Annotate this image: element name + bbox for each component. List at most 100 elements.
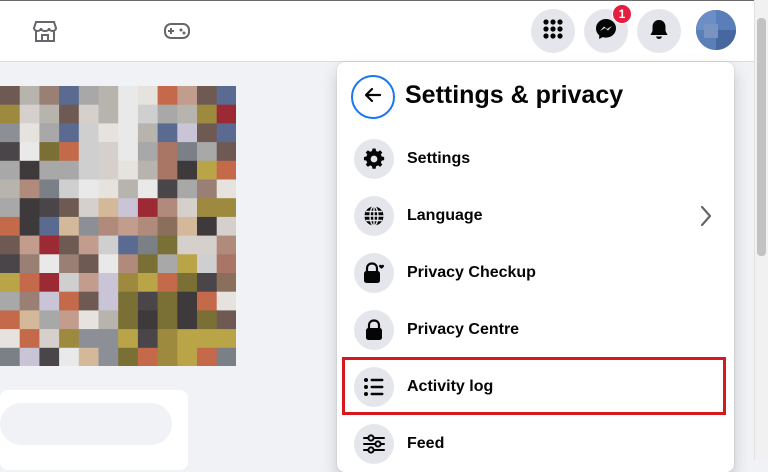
image-pixel xyxy=(59,179,80,199)
image-pixel xyxy=(137,310,159,330)
menu-item-privacy-checkup[interactable]: Privacy Checkup xyxy=(345,247,726,299)
image-pixel xyxy=(0,273,21,293)
image-pixel xyxy=(197,216,218,237)
marketplace-shop-icon[interactable] xyxy=(30,16,60,46)
image-pixel xyxy=(59,273,80,293)
image-pixel xyxy=(197,179,218,199)
image-pixel xyxy=(78,254,99,274)
image-pixel xyxy=(98,254,119,274)
image-pixel xyxy=(216,273,236,293)
image-pixel xyxy=(78,142,99,162)
image-pixel xyxy=(216,86,236,106)
image-pixel xyxy=(137,179,159,199)
image-pixel xyxy=(0,216,21,237)
image-pixel xyxy=(78,104,99,124)
image-pixel xyxy=(59,160,80,180)
image-pixel xyxy=(177,310,198,330)
image-pixel xyxy=(137,216,159,237)
image-pixel xyxy=(19,160,40,180)
image-pixel xyxy=(137,142,159,162)
image-pixel xyxy=(197,123,218,143)
page-scrollbar[interactable] xyxy=(754,0,768,460)
image-pixel xyxy=(216,179,236,199)
feed-post-image[interactable] xyxy=(0,86,236,366)
profile-avatar[interactable] xyxy=(696,10,736,50)
image-pixel xyxy=(216,104,236,124)
image-pixel xyxy=(98,123,119,143)
menu-item-label: Settings xyxy=(407,150,471,167)
image-pixel xyxy=(137,235,159,255)
image-pixel xyxy=(118,123,139,143)
notifications-button[interactable] xyxy=(637,9,681,53)
image-pixel xyxy=(19,216,40,237)
image-pixel xyxy=(0,329,21,349)
menu-item-feed[interactable]: Feed xyxy=(345,418,726,470)
image-pixel xyxy=(19,329,40,349)
image-pixel xyxy=(216,198,236,218)
image-pixel xyxy=(19,291,40,311)
image-pixel xyxy=(19,273,40,293)
image-pixel xyxy=(78,347,99,366)
image-pixel xyxy=(197,235,218,255)
feed-comment-input[interactable] xyxy=(0,403,172,445)
back-button[interactable] xyxy=(351,75,395,119)
image-pixel xyxy=(98,273,119,293)
gamepad-icon[interactable] xyxy=(162,16,192,46)
image-pixel xyxy=(157,104,178,124)
image-pixel xyxy=(157,329,178,349)
image-pixel xyxy=(197,347,218,366)
image-pixel xyxy=(98,198,119,218)
menu-item-label: Privacy Checkup xyxy=(407,264,536,281)
image-pixel xyxy=(177,160,198,180)
image-pixel xyxy=(157,235,178,255)
messenger-button[interactable]: 1 xyxy=(584,4,632,53)
bell-icon xyxy=(648,18,670,45)
image-pixel xyxy=(98,179,119,199)
image-pixel xyxy=(118,216,139,237)
menu-item-language[interactable]: Language xyxy=(345,190,726,242)
image-pixel xyxy=(216,310,236,330)
image-pixel xyxy=(0,179,21,199)
image-pixel xyxy=(216,142,236,162)
arrow-left-icon xyxy=(363,85,383,110)
scrollbar-thumb[interactable] xyxy=(757,18,766,256)
menu-item-settings[interactable]: Settings xyxy=(345,133,726,185)
image-pixel xyxy=(59,142,80,162)
image-pixel xyxy=(19,254,40,274)
image-pixel xyxy=(118,347,139,366)
menu-grid-button[interactable] xyxy=(531,9,575,53)
globe-icon xyxy=(354,196,394,236)
image-pixel xyxy=(59,198,80,218)
image-pixel xyxy=(137,347,159,366)
menu-item-privacy-centre[interactable]: Privacy Centre xyxy=(345,304,726,356)
image-pixel xyxy=(177,347,198,366)
image-pixel xyxy=(98,291,119,311)
image-pixel xyxy=(118,310,139,330)
image-pixel xyxy=(216,291,236,311)
image-pixel xyxy=(0,310,21,330)
image-pixel xyxy=(19,86,40,106)
image-pixel xyxy=(177,273,198,293)
image-pixel xyxy=(19,198,40,218)
image-pixel xyxy=(98,235,119,255)
image-pixel xyxy=(39,198,60,218)
image-pixel xyxy=(19,235,40,255)
image-pixel xyxy=(137,254,159,274)
image-pixel xyxy=(157,273,178,293)
image-pixel xyxy=(39,235,60,255)
image-pixel xyxy=(39,291,60,311)
lock-icon xyxy=(354,310,394,350)
image-pixel xyxy=(19,104,40,124)
image-pixel xyxy=(59,86,80,106)
image-pixel xyxy=(78,123,99,143)
image-pixel xyxy=(0,86,21,106)
image-pixel xyxy=(39,123,60,143)
image-pixel xyxy=(39,104,60,124)
image-pixel xyxy=(98,347,119,366)
top-navigation-bar: 1 xyxy=(0,0,754,62)
image-pixel xyxy=(78,179,99,199)
image-pixel xyxy=(59,235,80,255)
image-pixel xyxy=(98,310,119,330)
image-pixel xyxy=(197,104,218,124)
image-pixel xyxy=(118,142,139,162)
